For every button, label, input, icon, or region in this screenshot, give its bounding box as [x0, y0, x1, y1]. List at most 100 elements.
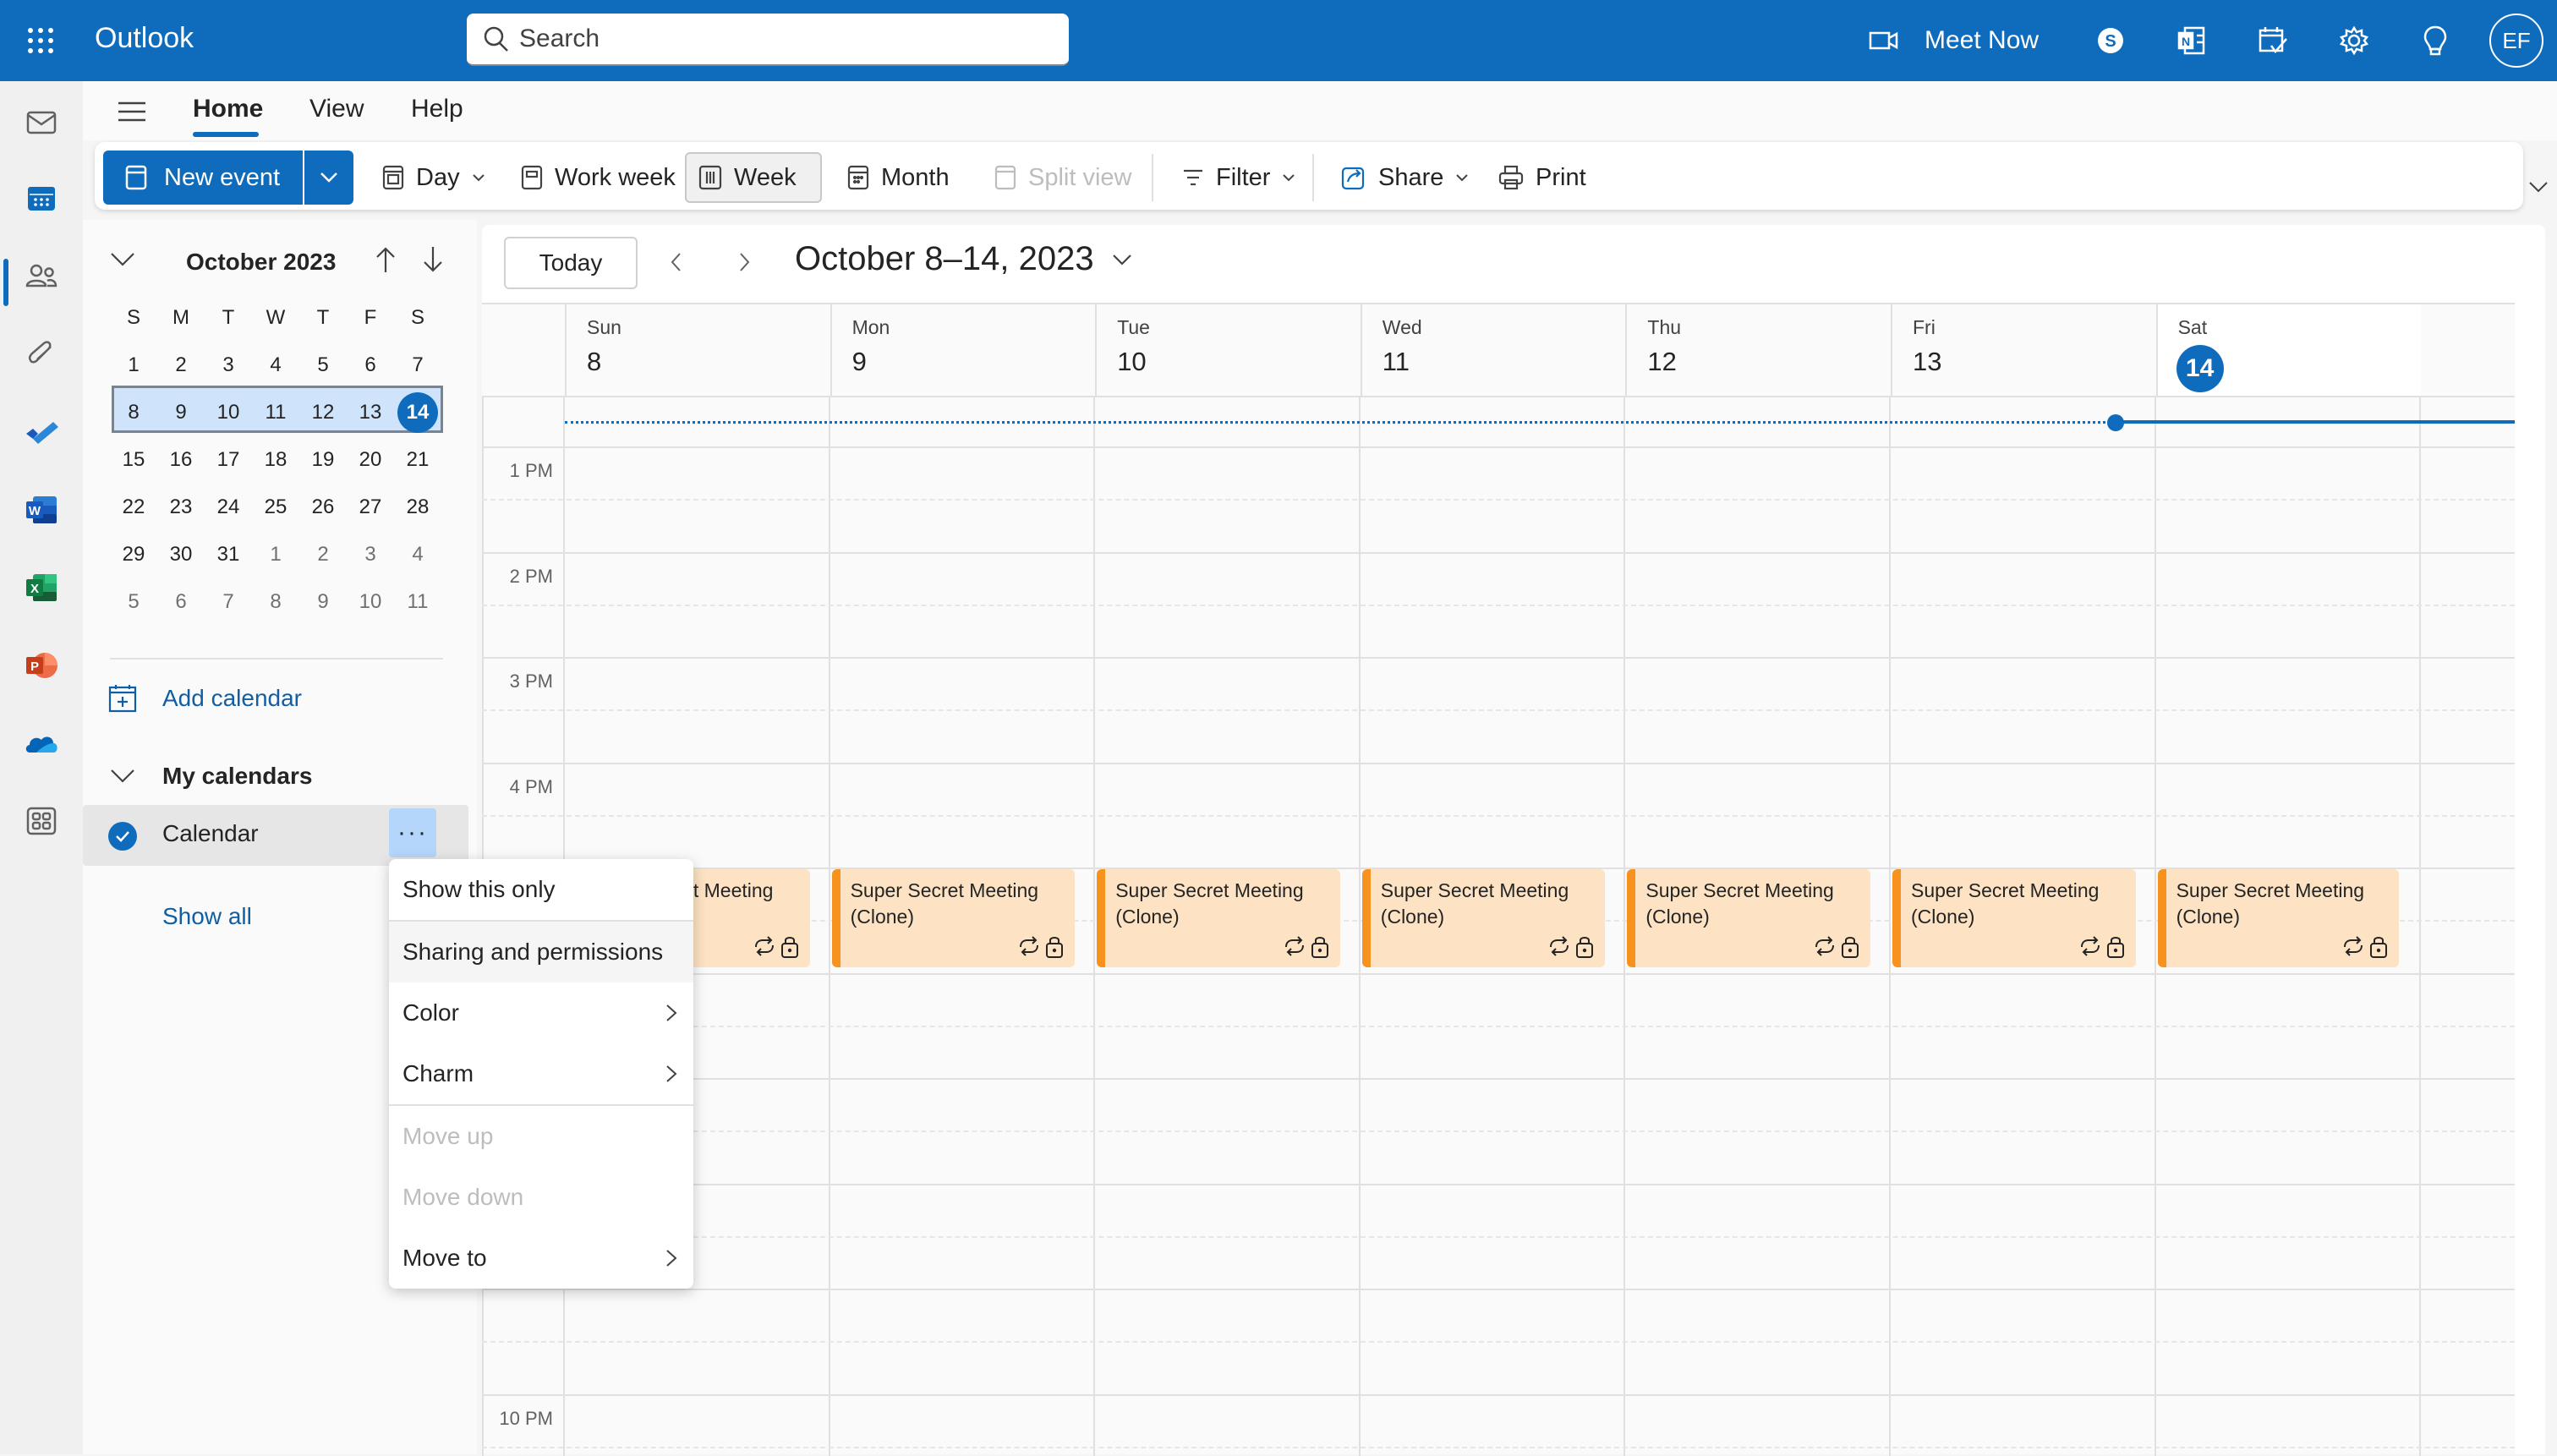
mini-month-day[interactable]: 5 [110, 590, 157, 614]
mini-month-day[interactable]: 30 [157, 543, 205, 567]
rail-more-apps[interactable] [17, 796, 66, 846]
share-button[interactable]: Share [1329, 152, 1481, 203]
day-column-header[interactable]: Fri 13 [1891, 304, 2156, 396]
mini-month-day[interactable]: 7 [394, 353, 441, 377]
ribbon-expand-chevron-icon[interactable] [2527, 179, 2550, 203]
add-calendar-button[interactable]: Add calendar [108, 675, 302, 722]
mini-month-day[interactable]: 2 [157, 353, 205, 377]
mini-month-day[interactable]: 12 [299, 401, 347, 424]
date-range-picker[interactable]: October 8–14, 2023 [795, 240, 1133, 278]
search-input[interactable] [519, 25, 1027, 53]
new-event-button[interactable]: New event [103, 151, 303, 205]
checkmark-icon[interactable] [108, 822, 137, 851]
mini-month-day[interactable]: 11 [394, 590, 441, 614]
rail-onedrive[interactable] [17, 719, 66, 768]
mini-month-day[interactable]: 8 [252, 590, 299, 614]
calendar-event[interactable]: Super Secret Meeting (Clone) [1097, 869, 1340, 967]
collapse-mini-month-chevron-icon[interactable] [108, 250, 142, 284]
my-calendars-group[interactable]: My calendars [108, 753, 312, 800]
mini-month-day[interactable]: 25 [252, 495, 299, 519]
app-launcher-icon[interactable] [24, 24, 57, 57]
day-view-button[interactable]: Day [370, 152, 497, 203]
mini-month-day[interactable]: 17 [205, 448, 252, 472]
day-column-header[interactable]: Thu 12 [1625, 304, 1891, 396]
show-all-link[interactable]: Show all [162, 903, 252, 930]
menu-item-move-to[interactable]: Move to [389, 1228, 693, 1289]
day-column-header[interactable]: Mon 9 [830, 304, 1096, 396]
print-button[interactable]: Print [1487, 152, 1598, 203]
tab-home[interactable]: Home [193, 95, 263, 123]
rail-powerpoint[interactable]: P [17, 641, 66, 690]
calendar-event[interactable]: Super Secret Meeting (Clone) [1892, 869, 2136, 967]
mini-month-day[interactable]: 13 [347, 401, 394, 424]
mini-month-day[interactable]: 6 [347, 353, 394, 377]
previous-week-chevron-icon[interactable] [663, 249, 690, 276]
menu-item-sharing-and-permissions[interactable]: Sharing and permissions [389, 922, 693, 983]
previous-month-arrow-icon[interactable] [372, 245, 406, 279]
mini-month-day[interactable]: 23 [157, 495, 205, 519]
mini-month-day[interactable]: 11 [252, 401, 299, 424]
today-button[interactable]: Today [504, 237, 638, 289]
my-day-icon[interactable] [2253, 20, 2293, 61]
mini-month-day[interactable]: 4 [394, 543, 441, 567]
calendar-event[interactable]: Super Secret Meeting (Clone) [1361, 869, 1606, 967]
settings-icon[interactable] [2334, 20, 2374, 61]
avatar[interactable]: EF [2489, 14, 2543, 68]
rail-mail[interactable] [17, 98, 66, 147]
rail-files[interactable] [17, 330, 66, 379]
mini-month-title[interactable]: October 2023 [186, 249, 336, 276]
mini-month-day[interactable]: 16 [157, 448, 205, 472]
calendar-event[interactable]: Super Secret Meeting (Clone) [831, 869, 1076, 967]
day-column-header[interactable]: Sun 8 [565, 304, 830, 396]
rail-excel[interactable]: X [17, 563, 66, 612]
day-column-header[interactable]: Wed 11 [1360, 304, 1626, 396]
mini-month-day[interactable]: 19 [299, 448, 347, 472]
new-event-dropdown[interactable] [304, 151, 353, 205]
menu-item-move-down[interactable]: Move down [389, 1167, 693, 1228]
mini-month-day[interactable]: 1 [252, 543, 299, 567]
hamburger-menu-icon[interactable] [115, 98, 149, 125]
rail-word[interactable]: W [17, 485, 66, 534]
onenote-icon[interactable]: N [2171, 20, 2212, 61]
tab-view[interactable]: View [309, 95, 364, 123]
tab-help[interactable]: Help [411, 95, 463, 123]
rail-todo[interactable] [17, 408, 66, 457]
work-week-view-button[interactable]: Work week [509, 152, 687, 203]
mini-month-day[interactable]: 24 [205, 495, 252, 519]
menu-item-show-this-only[interactable]: Show this only [389, 859, 693, 920]
month-view-button[interactable]: Month [835, 152, 961, 203]
mini-month-day[interactable]: 7 [205, 590, 252, 614]
day-column-header[interactable]: Sat 14 [2155, 304, 2422, 396]
mini-month-day[interactable]: 6 [157, 590, 205, 614]
rail-people[interactable] [17, 252, 66, 301]
mini-month-day[interactable]: 31 [205, 543, 252, 567]
rail-calendar[interactable] [17, 174, 66, 223]
mini-month-day[interactable]: 22 [110, 495, 157, 519]
mini-month-day[interactable]: 28 [394, 495, 441, 519]
calendar-event[interactable]: Super Secret Meeting (Clone) [1627, 869, 1870, 967]
mini-month-day[interactable]: 8 [110, 401, 157, 424]
week-view-button[interactable]: Week [685, 152, 822, 203]
mini-month-day[interactable]: 3 [205, 353, 252, 377]
tips-lightbulb-icon[interactable] [2415, 20, 2456, 61]
mini-month-day[interactable]: 9 [157, 401, 205, 424]
filter-button[interactable]: Filter [1170, 152, 1307, 203]
mini-month-day[interactable]: 20 [347, 448, 394, 472]
mini-month-day[interactable]: 4 [252, 353, 299, 377]
mini-month-day[interactable]: 29 [110, 543, 157, 567]
mini-month-day[interactable]: 18 [252, 448, 299, 472]
calendar-event[interactable]: Super Secret Meeting (Clone) [2157, 869, 2400, 967]
split-view-button[interactable]: Split view [983, 152, 1144, 203]
mini-month-day[interactable]: 21 [394, 448, 441, 472]
more-options-button[interactable]: ··· [389, 808, 436, 857]
next-week-chevron-icon[interactable] [731, 249, 758, 276]
day-column-header[interactable]: Tue 10 [1095, 304, 1361, 396]
next-month-arrow-icon[interactable] [419, 245, 453, 279]
skype-icon[interactable]: S [2090, 20, 2131, 61]
mini-month-day[interactable]: 27 [347, 495, 394, 519]
mini-month-day[interactable]: 10 [347, 590, 394, 614]
mini-month-day[interactable]: 9 [299, 590, 347, 614]
mini-month-day[interactable]: 14 [394, 392, 441, 433]
mini-month-day[interactable]: 15 [110, 448, 157, 472]
mini-month-day[interactable]: 1 [110, 353, 157, 377]
